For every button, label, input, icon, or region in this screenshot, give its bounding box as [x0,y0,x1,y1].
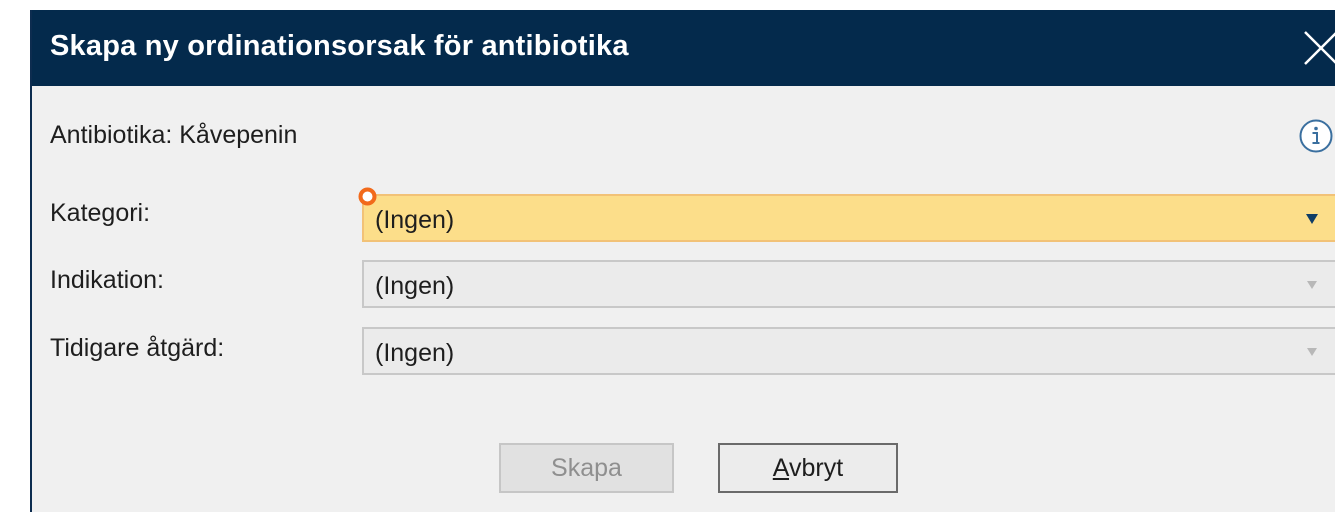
close-icon [1304,31,1335,65]
close-button[interactable] [1299,24,1335,70]
kategori-label: Kategori: [50,199,151,227]
dialog-titlebar: Skapa ny ordinationsorsak för antibiotik… [32,10,1335,86]
antibiotic-label: Antibiotika: Kåvepenin [50,121,298,149]
kategori-select[interactable]: (Ingen) [362,194,1335,242]
indikation-value: (Ingen) [375,272,455,300]
cancel-mnemonic: A [772,454,790,482]
page: Skapa ny ordinationsorsak för antibiotik… [0,0,1335,512]
indikation-select[interactable]: (Ingen) [362,260,1335,308]
dialog-title: Skapa ny ordinationsorsak för antibiotik… [50,30,629,62]
create-button[interactable]: Skapa [499,443,674,493]
kategori-value: (Ingen) [375,206,455,234]
triangle-down-icon [1307,281,1317,289]
create-reason-dialog: Skapa ny ordinationsorsak för antibiotik… [30,10,1335,512]
tidigare-atgard-label: Tidigare åtgärd: [50,334,225,362]
cancel-button[interactable]: Avbryt [718,443,898,493]
indikation-label: Indikation: [50,266,164,294]
info-button[interactable] [1298,118,1334,154]
required-indicator-icon [358,187,377,206]
cancel-label-rest: vbryt [789,454,844,482]
info-icon [1299,119,1333,153]
tidigare-atgard-select[interactable]: (Ingen) [362,327,1335,375]
triangle-down-icon [1306,214,1318,224]
triangle-down-icon [1307,348,1317,356]
tidigare-atgard-value: (Ingen) [375,339,455,367]
